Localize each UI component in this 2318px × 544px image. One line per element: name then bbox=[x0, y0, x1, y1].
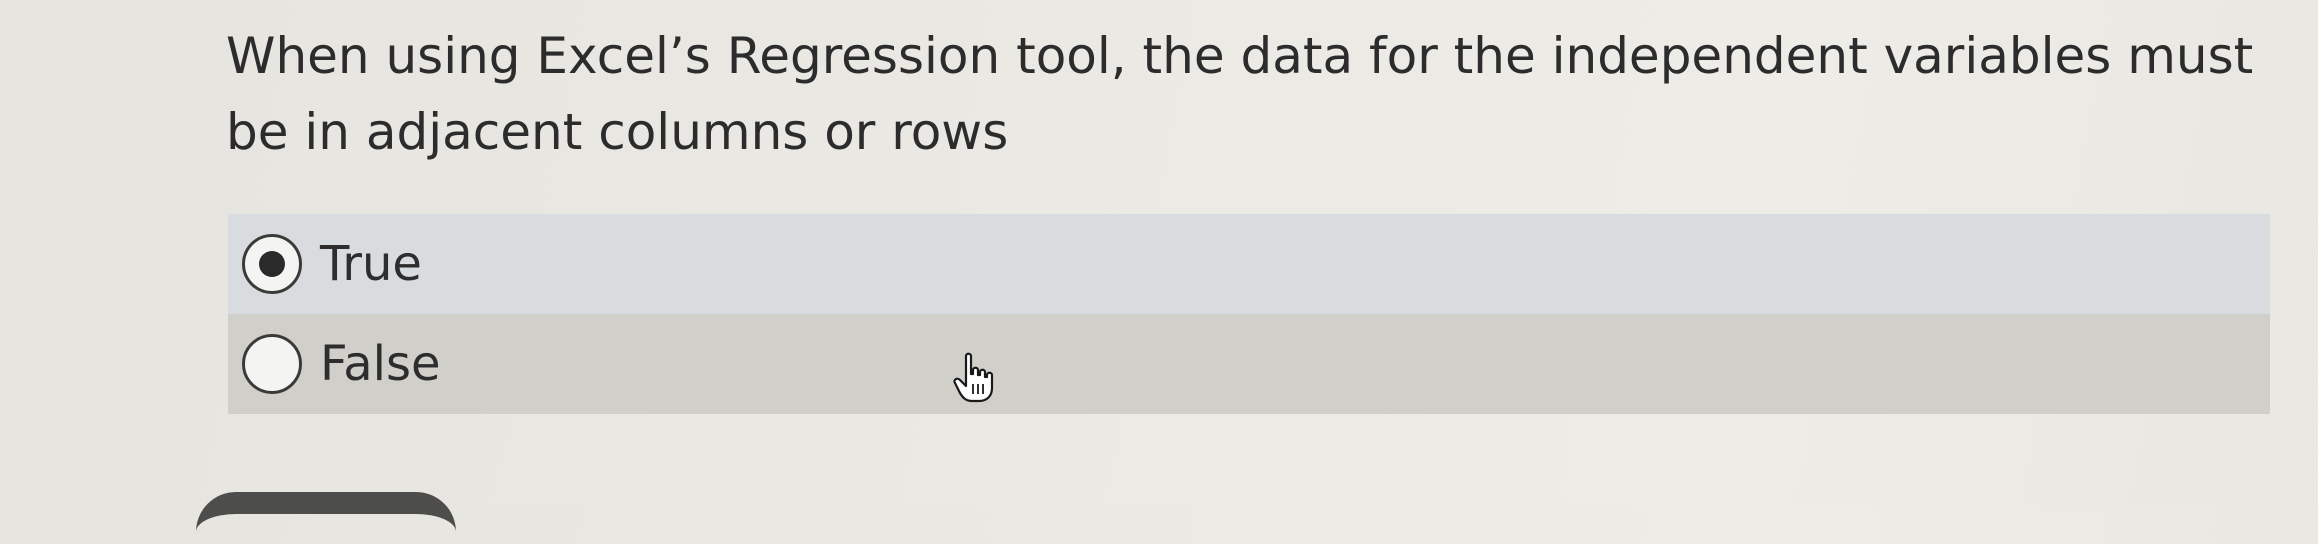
answer-options: True False bbox=[228, 214, 2270, 414]
quiz-question: When using Excel’s Regression tool, the … bbox=[0, 0, 2318, 514]
radio-button-false[interactable] bbox=[242, 334, 302, 394]
hand-pointer-icon bbox=[953, 352, 994, 403]
radio-button-true[interactable] bbox=[242, 234, 302, 294]
question-text: When using Excel’s Regression tool, the … bbox=[226, 27, 2254, 161]
next-question-fragment bbox=[196, 492, 456, 544]
option-true-label: True bbox=[320, 236, 422, 292]
option-false[interactable]: False bbox=[228, 314, 2270, 414]
option-false-label: False bbox=[320, 336, 441, 392]
option-true[interactable]: True bbox=[228, 214, 2270, 314]
radio-selected-dot bbox=[259, 251, 285, 277]
